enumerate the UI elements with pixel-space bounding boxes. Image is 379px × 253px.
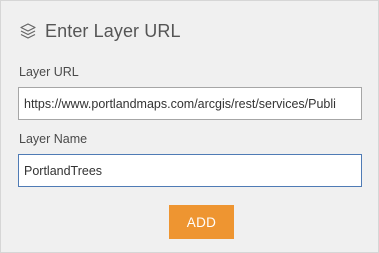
layer-name-label: Layer Name [19,132,88,146]
layer-name-input[interactable] [18,154,362,187]
layers-icon [19,22,37,40]
panel-title: Enter Layer URL [45,20,181,41]
add-layer-panel: Enter Layer URL Layer URL Layer Name ADD [0,0,379,253]
layer-url-label: Layer URL [19,65,79,79]
add-button[interactable]: ADD [169,205,234,239]
layer-url-input[interactable] [18,87,362,120]
panel-header: Enter Layer URL [19,19,181,43]
